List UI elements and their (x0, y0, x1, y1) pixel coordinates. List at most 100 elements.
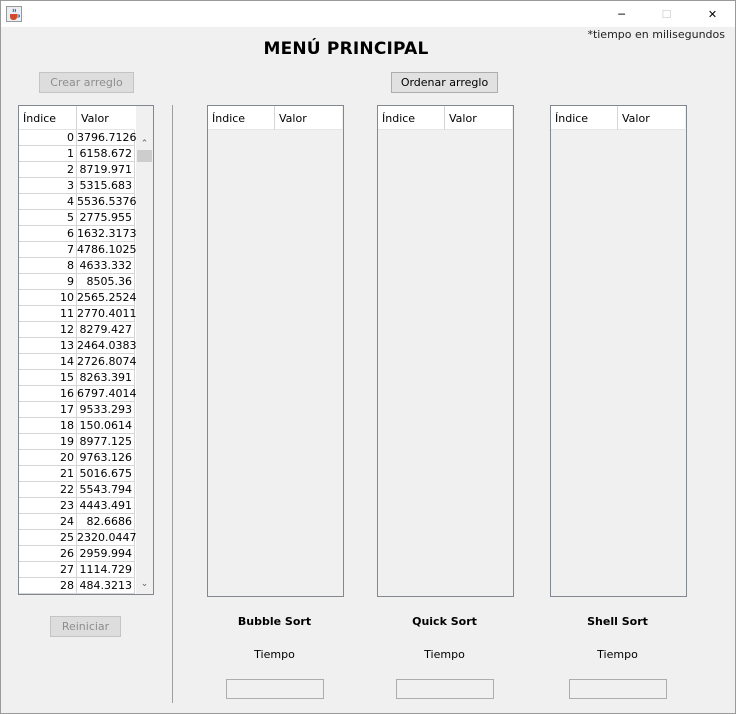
table-row[interactable]: 5 2775.955 (19, 210, 136, 226)
value-cell[interactable]: 2726.8074 (77, 354, 137, 370)
header-index[interactable]: Índice (208, 106, 275, 130)
index-cell[interactable]: 7 (19, 242, 77, 258)
value-cell[interactable]: 2775.955 (77, 210, 135, 226)
index-cell[interactable]: 1 (19, 146, 77, 162)
index-cell[interactable]: 27 (19, 562, 77, 578)
index-cell[interactable]: 25 (19, 530, 77, 546)
table-row[interactable]: 25 2320.0447 (19, 530, 137, 546)
table-row[interactable]: 14 2726.8074 (19, 354, 137, 370)
index-cell[interactable]: 17 (19, 402, 77, 418)
shell-sort-time-field[interactable] (569, 679, 667, 699)
value-cell[interactable]: 3796.7126 (77, 130, 137, 146)
index-cell[interactable]: 10 (19, 290, 77, 306)
table-row[interactable]: 7 4786.1025 (19, 242, 137, 258)
value-cell[interactable]: 5016.675 (77, 466, 135, 482)
table-row[interactable]: 0 3796.7126 (19, 130, 137, 146)
table-row[interactable]: 27 1114.729 (19, 562, 136, 578)
table-row[interactable]: 12 8279.427 (19, 322, 136, 338)
shell-sort-table[interactable]: Índice Valor (550, 105, 687, 597)
value-cell[interactable]: 8279.427 (77, 322, 135, 338)
value-cell[interactable]: 4786.1025 (77, 242, 137, 258)
index-cell[interactable]: 11 (19, 306, 77, 322)
value-cell[interactable]: 2464.0383 (77, 338, 137, 354)
value-cell[interactable]: 8263.391 (77, 370, 135, 386)
table-row[interactable]: 11 2770.4011 (19, 306, 137, 322)
table-row[interactable]: 20 9763.126 (19, 450, 136, 466)
index-cell[interactable]: 8 (19, 258, 77, 274)
table-row[interactable]: 22 5543.794 (19, 482, 136, 498)
value-cell[interactable]: 1114.729 (77, 562, 135, 578)
index-cell[interactable]: 28 (19, 578, 77, 594)
create-array-button[interactable]: Crear arreglo (39, 72, 134, 93)
close-button[interactable]: ✕ (690, 1, 735, 27)
value-cell[interactable]: 9763.126 (77, 450, 135, 466)
value-cell[interactable]: 8977.125 (77, 434, 135, 450)
table-row[interactable]: 15 8263.391 (19, 370, 136, 386)
index-cell[interactable]: 19 (19, 434, 77, 450)
table-row[interactable]: 19 8977.125 (19, 434, 136, 450)
index-cell[interactable]: 22 (19, 482, 77, 498)
table-row[interactable]: 3 5315.683 (19, 178, 136, 194)
table-row[interactable]: 18 150.0614 (19, 418, 136, 434)
value-cell[interactable]: 8505.36 (77, 274, 135, 290)
index-cell[interactable]: 24 (19, 514, 77, 530)
value-cell[interactable]: 484.3213 (77, 578, 135, 594)
table-row[interactable]: 17 9533.293 (19, 402, 136, 418)
value-cell[interactable]: 1632.3173 (77, 226, 137, 242)
sort-array-button[interactable]: Ordenar arreglo (391, 72, 498, 93)
table-row[interactable]: 26 2959.994 (19, 546, 136, 562)
index-cell[interactable]: 0 (19, 130, 77, 146)
index-cell[interactable]: 13 (19, 338, 77, 354)
index-cell[interactable]: 3 (19, 178, 77, 194)
value-cell[interactable]: 2959.994 (77, 546, 135, 562)
header-value[interactable]: Valor (275, 106, 342, 130)
vertical-scrollbar[interactable]: ⌃ ⌄ (136, 130, 153, 594)
value-cell[interactable]: 5543.794 (77, 482, 135, 498)
index-cell[interactable]: 9 (19, 274, 77, 290)
index-cell[interactable]: 23 (19, 498, 77, 514)
header-value[interactable]: Valor (618, 106, 685, 130)
index-cell[interactable]: 6 (19, 226, 77, 242)
table-row[interactable]: 23 4443.491 (19, 498, 136, 514)
table-row[interactable]: 4 5536.5376 (19, 194, 137, 210)
bubble-sort-table[interactable]: Índice Valor (207, 105, 344, 597)
quick-sort-time-field[interactable] (396, 679, 494, 699)
reset-button[interactable]: Reiniciar (50, 616, 121, 637)
value-cell[interactable]: 8719.971 (77, 162, 135, 178)
table-row[interactable]: 6 1632.3173 (19, 226, 137, 242)
index-cell[interactable]: 26 (19, 546, 77, 562)
value-cell[interactable]: 4633.332 (77, 258, 135, 274)
index-cell[interactable]: 15 (19, 370, 77, 386)
table-row[interactable]: 13 2464.0383 (19, 338, 137, 354)
value-cell[interactable]: 9533.293 (77, 402, 135, 418)
header-index[interactable]: Índice (378, 106, 445, 130)
table-row[interactable]: 9 8505.36 (19, 274, 136, 290)
header-value[interactable]: Valor (445, 106, 512, 130)
index-cell[interactable]: 14 (19, 354, 77, 370)
index-cell[interactable]: 2 (19, 162, 77, 178)
table-row[interactable]: 2 8719.971 (19, 162, 136, 178)
index-cell[interactable]: 18 (19, 418, 77, 434)
table-row[interactable]: 8 4633.332 (19, 258, 136, 274)
minimize-button[interactable]: ─ (599, 1, 644, 27)
table-row[interactable]: 10 2565.2524 (19, 290, 137, 306)
scroll-thumb[interactable] (137, 150, 152, 162)
table-row[interactable]: 24 82.6686 (19, 514, 136, 530)
table-row[interactable]: 1 6158.672 (19, 146, 136, 162)
value-cell[interactable]: 2770.4011 (77, 306, 137, 322)
bubble-sort-time-field[interactable] (226, 679, 324, 699)
value-cell[interactable]: 4443.491 (77, 498, 135, 514)
quick-sort-table[interactable]: Índice Valor (377, 105, 514, 597)
index-cell[interactable]: 20 (19, 450, 77, 466)
header-value[interactable]: Valor (77, 106, 135, 130)
header-index[interactable]: Índice (19, 106, 77, 130)
value-cell[interactable]: 5536.5376 (77, 194, 137, 210)
value-cell[interactable]: 6158.672 (77, 146, 135, 162)
table-row[interactable]: 21 5016.675 (19, 466, 136, 482)
value-cell[interactable]: 6797.4014 (77, 386, 137, 402)
header-index[interactable]: Índice (551, 106, 618, 130)
value-cell[interactable]: 150.0614 (77, 418, 135, 434)
index-cell[interactable]: 12 (19, 322, 77, 338)
index-cell[interactable]: 21 (19, 466, 77, 482)
value-cell[interactable]: 2320.0447 (77, 530, 137, 546)
